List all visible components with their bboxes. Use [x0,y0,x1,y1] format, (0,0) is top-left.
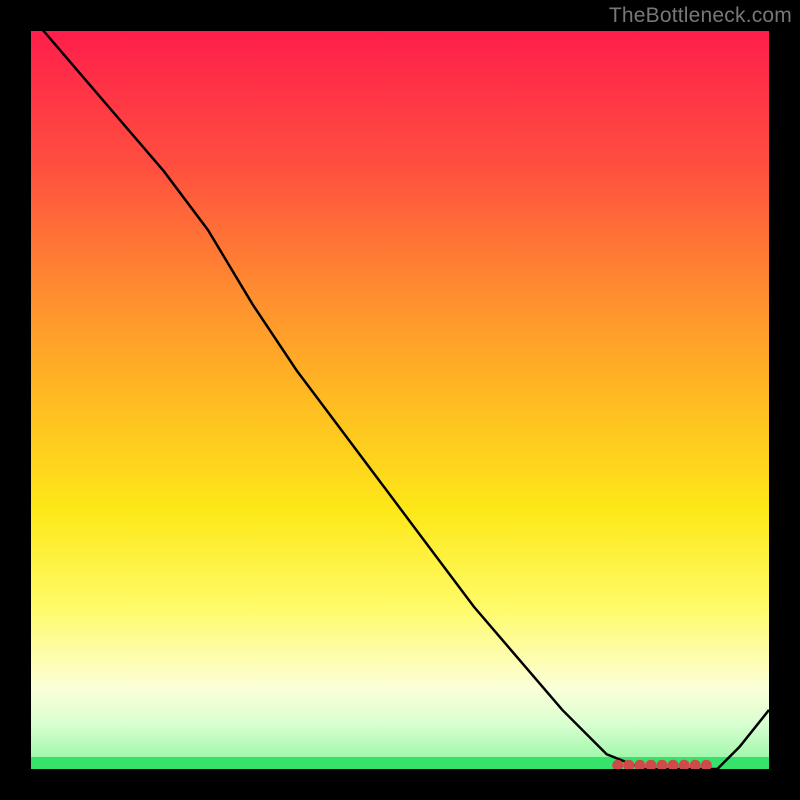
bottleneck-curve-svg [31,31,769,769]
axis-mask-left [0,0,31,800]
bottleneck-curve-line [31,16,769,769]
chart-plot-area [31,31,769,769]
watermark-text: TheBottleneck.com [609,4,792,28]
axis-mask-bottom [0,769,800,800]
